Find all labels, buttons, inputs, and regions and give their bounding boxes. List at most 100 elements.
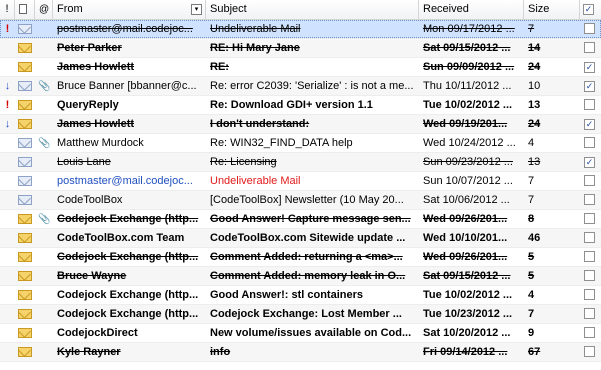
flag-checkbox[interactable] [584,270,595,281]
flag-status-cell[interactable] [580,172,601,190]
size-cell: 14 [528,42,541,54]
attachment-cell [35,248,53,266]
received-cell: Sun 10/07/2012 ... [423,175,513,187]
flag-checkbox[interactable] [584,289,595,300]
envelope-icon [18,347,32,357]
message-row[interactable]: Codejock Exchange (http... Codejock Excha… [0,305,601,324]
attachment-cell [35,267,53,285]
subject-cell: Comment Added: returning a <ma>... [210,251,403,263]
flag-status-cell[interactable] [580,267,601,285]
flag-status-cell[interactable] [580,286,601,304]
size-cell: 7 [528,308,535,320]
flag-checkbox[interactable] [584,62,595,73]
message-row[interactable]: ↓ 📎 Bruce Banner [bbanner@c... Re: error C2… [0,77,601,96]
flag-status-cell[interactable] [580,343,601,361]
flag-checkbox[interactable] [584,308,595,319]
header-received[interactable]: Received [419,0,524,19]
flag-checkbox[interactable] [584,346,595,357]
message-row[interactable]: Louis Lane Re: Licensing Sun 09/23/2012 ..… [0,153,601,172]
from-cell: Codejock Exchange (http... [57,308,199,320]
attachment-cell [35,39,53,57]
subject-cell: Re: error C2039: 'Serialize' : is not a … [210,80,414,92]
message-row[interactable]: CodeToolBox.com Team CodeToolBox.com Site… [0,229,601,248]
flag-status-cell[interactable] [580,305,601,323]
message-row[interactable]: Codejock Exchange (http... Good Answer!: … [0,286,601,305]
flag-status-cell[interactable] [580,115,601,133]
subject-cell: RE: Hi Mary Jane [210,42,300,54]
flag-checkbox[interactable] [584,213,595,224]
size-cell: 4 [528,137,535,149]
from-cell: Kyle Rayner [57,346,121,358]
flag-checkbox[interactable] [584,327,595,338]
flag-status-cell[interactable] [580,191,601,209]
read-state-cell [15,172,35,190]
flag-status-cell[interactable] [580,96,601,114]
flag-checkbox[interactable] [584,157,595,168]
read-state-cell [15,305,35,323]
header-attachment[interactable]: @ [35,0,53,19]
size-cell: 13 [528,156,541,168]
flag-checkbox[interactable] [584,42,595,53]
from-cell: Bruce Banner [bbanner@c... [57,80,197,92]
read-state-cell [15,77,35,95]
message-row[interactable]: CodejockDirect New volume/issues availabl… [0,324,601,343]
size-cell: 13 [528,99,541,111]
flag-status-cell[interactable] [580,248,601,266]
from-cell: Louis Lane [57,156,111,168]
flag-status-cell[interactable] [580,153,601,171]
flag-checkbox[interactable] [584,175,595,186]
flag-status-cell[interactable] [580,77,601,95]
message-row[interactable]: ! postmaster@mail.codejoc... Undeliverable… [0,20,601,39]
received-cell: Sat 10/20/2012 ... [423,327,511,339]
importance-cell [0,286,15,304]
message-row[interactable]: Kyle Rayner info Fri 09/14/2012 ... 67 [0,343,601,362]
message-row[interactable]: Codejock Exchange (http... Comment Added:… [0,248,601,267]
envelope-icon [18,290,32,300]
flag-status-cell[interactable] [580,39,601,57]
flag-status-cell[interactable] [580,58,601,76]
attachment-cell [35,96,53,114]
header-importance[interactable]: ! [0,0,15,19]
flag-status-cell[interactable] [580,324,601,342]
header-flag-status[interactable] [580,0,601,19]
from-cell: Codejock Exchange (http... [57,213,199,225]
flag-status-cell[interactable] [580,210,601,228]
envelope-icon [18,309,32,319]
message-row[interactable]: ! QueryReply Re: Download GDI+ version 1.1… [0,96,601,115]
flag-checkbox[interactable] [584,119,595,130]
read-state-cell [15,115,35,133]
message-list-grid[interactable]: ! @ From ▾ Subject Received Size ! postma… [0,0,601,370]
message-row[interactable]: James Howlett RE: Sun 09/09/2012 ... 24 [0,58,601,77]
subject-cell: Good Answer!: stl containers [210,289,364,301]
attachment-cell: 📎 [35,210,53,228]
message-row[interactable]: 📎 Matthew Murdock Re: WIN32_FIND_DATA help… [0,134,601,153]
importance-cell [0,267,15,285]
header-from[interactable]: From ▾ [53,0,206,19]
from-cell: CodeToolBox [57,194,123,206]
flag-status-cell[interactable] [580,229,601,247]
envelope-open-icon [18,157,32,167]
flag-checkbox[interactable] [584,137,595,148]
flag-status-cell[interactable] [580,134,601,152]
selection-focus-rect [0,20,601,38]
message-row[interactable]: Peter Parker RE: Hi Mary Jane Sat 09/15/20… [0,39,601,58]
message-row[interactable]: ↓ James Howlett I don't understand: Wed 09/… [0,115,601,134]
size-cell: 4 [528,289,535,301]
received-cell: Sat 10/06/2012 ... [423,194,510,206]
paperclip-icon: 📎 [38,138,51,149]
header-icon[interactable] [15,0,35,19]
message-row[interactable]: CodeToolBox [CodeToolBox] Newsletter (10 … [0,191,601,210]
message-row[interactable]: postmaster@mail.codejoc... Undeliverable … [0,172,601,191]
flag-checkbox[interactable] [584,81,595,92]
message-row[interactable]: Bruce Wayne Comment Added: memory leak in… [0,267,601,286]
from-cell: Codejock Exchange (http... [57,289,199,301]
flag-checkbox[interactable] [584,232,595,243]
flag-checkbox[interactable] [584,194,595,205]
header-subject[interactable]: Subject [206,0,419,19]
flag-checkbox[interactable] [584,251,595,262]
size-cell: 5 [528,270,535,282]
message-row[interactable]: 📎 Codejock Exchange (http... Good Answer! … [0,210,601,229]
flag-checkbox[interactable] [584,99,595,110]
header-size[interactable]: Size [524,0,580,19]
column-header-row: ! @ From ▾ Subject Received Size [0,0,601,20]
